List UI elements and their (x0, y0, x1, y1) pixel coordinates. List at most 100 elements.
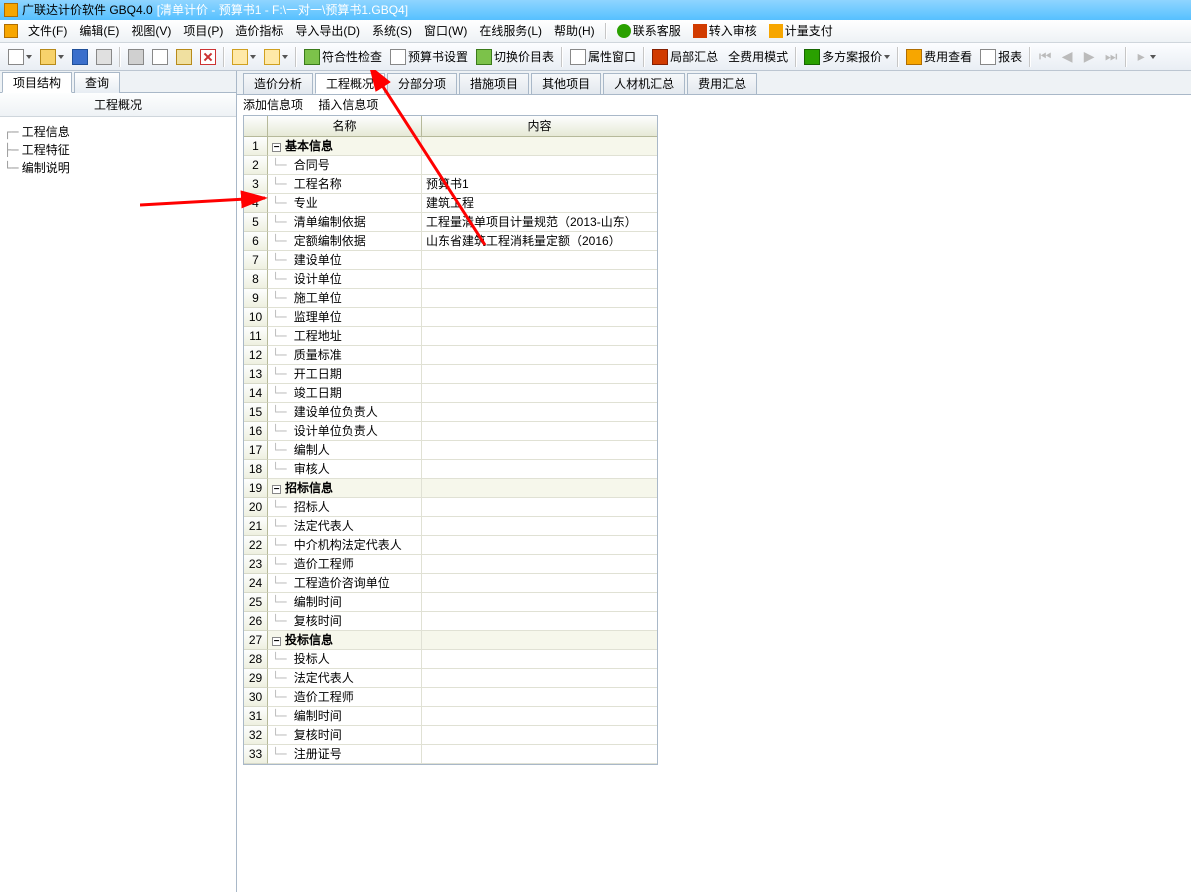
cell-content[interactable] (422, 726, 657, 745)
cell-content[interactable] (422, 441, 657, 460)
tool-full-mode[interactable]: 全费用模式 (722, 46, 792, 68)
table-row[interactable]: 24└─ 工程造价咨询单位 (244, 574, 657, 593)
cell-name[interactable]: └─ 编制时间 (268, 593, 422, 612)
cell-name[interactable]: └─ 定额编制依据 (268, 232, 422, 251)
tool-cost-view[interactable]: 费用查看 (902, 46, 976, 68)
cell-content[interactable] (422, 707, 657, 726)
cell-name[interactable]: └─ 造价工程师 (268, 688, 422, 707)
cell-name[interactable]: └─ 招标人 (268, 498, 422, 517)
cell-content[interactable] (422, 517, 657, 536)
cell-content[interactable] (422, 669, 657, 688)
cell-name[interactable]: └─ 中介机构法定代表人 (268, 536, 422, 555)
expander-icon[interactable]: − (272, 485, 281, 494)
table-row[interactable]: 13└─ 开工日期 (244, 365, 657, 384)
expander-icon[interactable]: − (272, 143, 281, 152)
table-row[interactable]: 3└─ 工程名称预算书1 (244, 175, 657, 194)
tool-budget[interactable]: 预算书设置 (386, 46, 472, 68)
cell-name[interactable]: └─ 质量标准 (268, 346, 422, 365)
cell-content[interactable] (422, 156, 657, 175)
nav-prev[interactable]: ◀ (1056, 46, 1078, 68)
tool-open[interactable] (36, 46, 68, 68)
menu-item[interactable]: 导入导出(D) (289, 20, 366, 43)
cell-name[interactable]: └─ 法定代表人 (268, 517, 422, 536)
cell-content[interactable] (422, 137, 657, 156)
col-header-name[interactable]: 名称 (268, 116, 422, 136)
tree-item[interactable]: ┌─ 工程信息 (4, 123, 232, 141)
cell-content[interactable] (422, 270, 657, 289)
table-row[interactable]: 19−招标信息 (244, 479, 657, 498)
left-tab-query[interactable]: 查询 (74, 72, 120, 93)
cell-name[interactable]: └─ 工程造价咨询单位 (268, 574, 422, 593)
table-row[interactable]: 23└─ 造价工程师 (244, 555, 657, 574)
cell-content[interactable] (422, 650, 657, 669)
cell-name[interactable]: └─ 工程地址 (268, 327, 422, 346)
cell-name[interactable]: └─ 审核人 (268, 460, 422, 479)
cell-content[interactable] (422, 403, 657, 422)
table-row[interactable]: 21└─ 法定代表人 (244, 517, 657, 536)
menu-item[interactable]: 造价指标 (229, 20, 289, 43)
tool-report[interactable]: 报表 (976, 46, 1026, 68)
content-tab[interactable]: 其他项目 (531, 73, 601, 94)
menu-item[interactable]: 帮助(H) (548, 20, 601, 43)
menu-audit[interactable]: 转入审核 (687, 20, 763, 43)
content-tab[interactable]: 分部分项 (387, 73, 457, 94)
table-row[interactable]: 31└─ 编制时间 (244, 707, 657, 726)
table-row[interactable]: 1−基本信息 (244, 137, 657, 156)
cell-name[interactable]: └─ 建设单位 (268, 251, 422, 270)
cell-name[interactable]: −招标信息 (268, 479, 422, 498)
menu-item[interactable]: 编辑(E) (73, 20, 125, 43)
cell-content[interactable] (422, 365, 657, 384)
cell-name[interactable]: └─ 建设单位负责人 (268, 403, 422, 422)
tool-refresh[interactable] (92, 46, 116, 68)
cell-name[interactable]: └─ 复核时间 (268, 726, 422, 745)
cell-content[interactable] (422, 631, 657, 650)
tool-prop[interactable]: 属性窗口 (566, 46, 640, 68)
table-row[interactable]: 17└─ 编制人 (244, 441, 657, 460)
menu-contact[interactable]: 联系客服 (611, 20, 687, 43)
tool-paste[interactable] (172, 46, 196, 68)
cell-content[interactable]: 预算书1 (422, 175, 657, 194)
table-row[interactable]: 29└─ 法定代表人 (244, 669, 657, 688)
table-row[interactable]: 9└─ 施工单位 (244, 289, 657, 308)
table-row[interactable]: 6└─ 定额编制依据山东省建筑工程消耗量定额（2016） (244, 232, 657, 251)
cell-name[interactable]: └─ 编制人 (268, 441, 422, 460)
cell-content[interactable] (422, 346, 657, 365)
cell-content[interactable] (422, 422, 657, 441)
table-row[interactable]: 11└─ 工程地址 (244, 327, 657, 346)
table-row[interactable]: 16└─ 设计单位负责人 (244, 422, 657, 441)
expander-icon[interactable]: − (272, 637, 281, 646)
cell-content[interactable] (422, 536, 657, 555)
table-row[interactable]: 10└─ 监理单位 (244, 308, 657, 327)
table-row[interactable]: 30└─ 造价工程师 (244, 688, 657, 707)
cell-content[interactable]: 山东省建筑工程消耗量定额（2016） (422, 232, 657, 251)
cell-content[interactable] (422, 745, 657, 764)
table-row[interactable]: 4└─ 专业建筑工程 (244, 194, 657, 213)
table-row[interactable]: 28└─ 投标人 (244, 650, 657, 669)
tree-item[interactable]: ├─ 工程特征 (4, 141, 232, 159)
cell-content[interactable]: 工程量清单项目计量规范（2013-山东） (422, 213, 657, 232)
table-row[interactable]: 18└─ 审核人 (244, 460, 657, 479)
tool-delete[interactable] (196, 46, 220, 68)
menu-item[interactable]: 文件(F) (22, 20, 73, 43)
cell-content[interactable] (422, 289, 657, 308)
content-tab[interactable]: 费用汇总 (687, 73, 757, 94)
tool-new[interactable] (4, 46, 36, 68)
cell-name[interactable]: └─ 投标人 (268, 650, 422, 669)
tool-save[interactable] (68, 46, 92, 68)
cell-name[interactable]: └─ 施工单位 (268, 289, 422, 308)
nav-more[interactable]: ▸ (1130, 46, 1160, 68)
content-tab[interactable]: 工程概况 (315, 73, 385, 94)
cell-name[interactable]: └─ 专业 (268, 194, 422, 213)
action-insert[interactable]: 插入信息项 (318, 95, 378, 115)
cell-content[interactable] (422, 498, 657, 517)
table-row[interactable]: 25└─ 编制时间 (244, 593, 657, 612)
tool-local-sum[interactable]: 局部汇总 (648, 46, 722, 68)
table-row[interactable]: 22└─ 中介机构法定代表人 (244, 536, 657, 555)
cell-name[interactable]: └─ 复核时间 (268, 612, 422, 631)
cell-content[interactable] (422, 308, 657, 327)
nav-last[interactable]: ⏭ (1100, 46, 1122, 68)
cell-name[interactable]: └─ 监理单位 (268, 308, 422, 327)
cell-content[interactable] (422, 574, 657, 593)
table-row[interactable]: 14└─ 竣工日期 (244, 384, 657, 403)
cell-name[interactable]: └─ 设计单位负责人 (268, 422, 422, 441)
